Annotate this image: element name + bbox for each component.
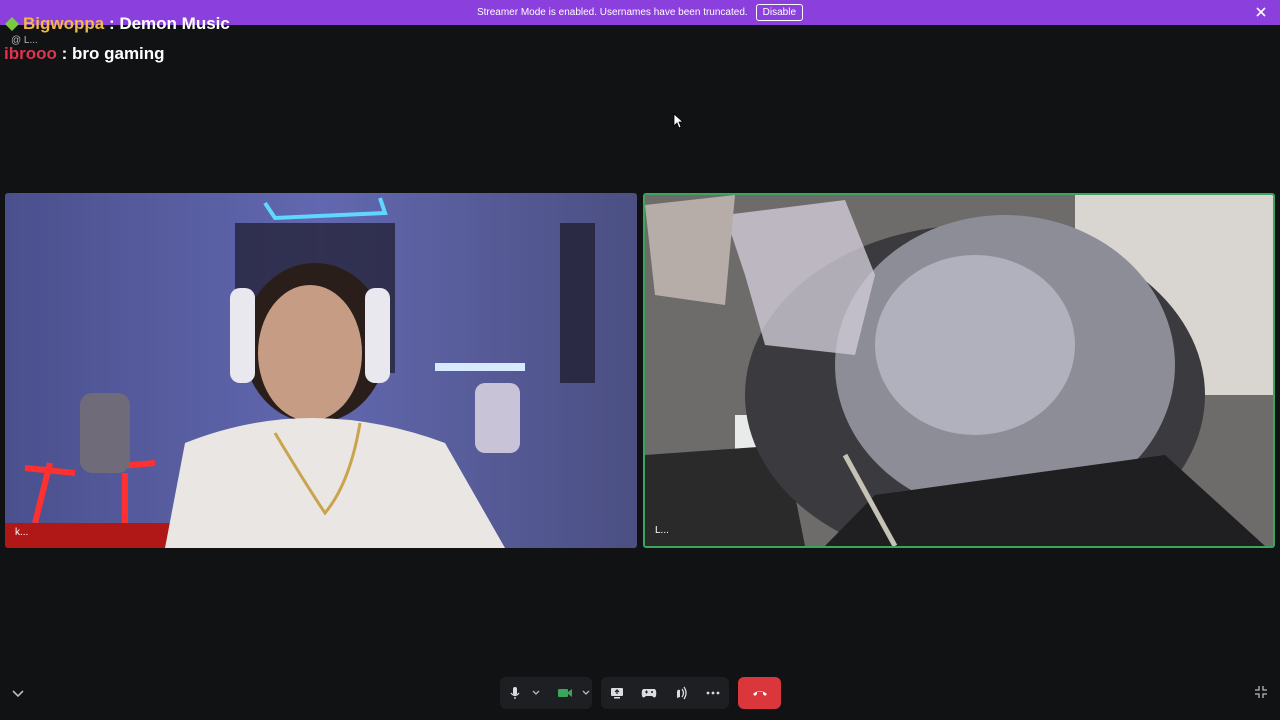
hang-up-icon [752, 691, 767, 696]
video-tile-speaking[interactable]: L... [643, 193, 1275, 548]
activities-button[interactable] [633, 677, 665, 709]
microphone-button[interactable] [500, 677, 529, 709]
soundboard-button[interactable] [665, 677, 697, 709]
participant-label: L... [655, 525, 669, 536]
chat-separator: : [104, 14, 120, 33]
chat-username: Bigwoppa [23, 14, 105, 33]
chat-message: ibrooo : bro gaming [4, 44, 230, 64]
gem-icon [5, 17, 19, 31]
chat-truncated-user: @ L... [11, 35, 38, 46]
participant-label: k... [15, 527, 29, 538]
minimize-icon[interactable] [1254, 685, 1268, 699]
gamepad-icon [641, 689, 657, 698]
close-icon[interactable] [1254, 5, 1268, 19]
camera-options-button[interactable] [579, 677, 592, 709]
banner-text: Streamer Mode is enabled. Usernames have… [476, 7, 748, 18]
chat-message: Bigwoppa : Demon Music [4, 14, 230, 34]
camera-icon [557, 689, 572, 697]
chat-username: ibrooo [4, 44, 57, 63]
mouse-cursor-icon [673, 113, 683, 129]
soundboard-icon [677, 686, 687, 700]
chat-text: bro gaming [72, 44, 165, 63]
video-tile[interactable]: k... [5, 193, 637, 548]
chevron-down-icon[interactable] [11, 686, 25, 700]
chat-separator: : [56, 44, 72, 63]
audio-video-controls [500, 677, 592, 709]
camera-button[interactable] [550, 677, 579, 709]
chat-text: Demon Music [119, 14, 230, 33]
screen-share-icon [611, 688, 623, 699]
more-button[interactable] [697, 677, 729, 709]
disconnect-button[interactable] [738, 677, 781, 709]
disable-button[interactable]: Disable [755, 4, 804, 21]
chevron-down-icon [532, 690, 540, 695]
more-icon [706, 691, 720, 695]
activity-controls [601, 677, 729, 709]
chat-overlay: Bigwoppa : Demon Music ibrooo : bro gami… [4, 14, 230, 64]
video-feed [5, 193, 637, 548]
microphone-options-button[interactable] [529, 677, 542, 709]
screen-share-button[interactable] [601, 677, 633, 709]
microphone-icon [510, 687, 520, 699]
chevron-down-icon [582, 690, 590, 695]
video-feed [645, 195, 1273, 546]
